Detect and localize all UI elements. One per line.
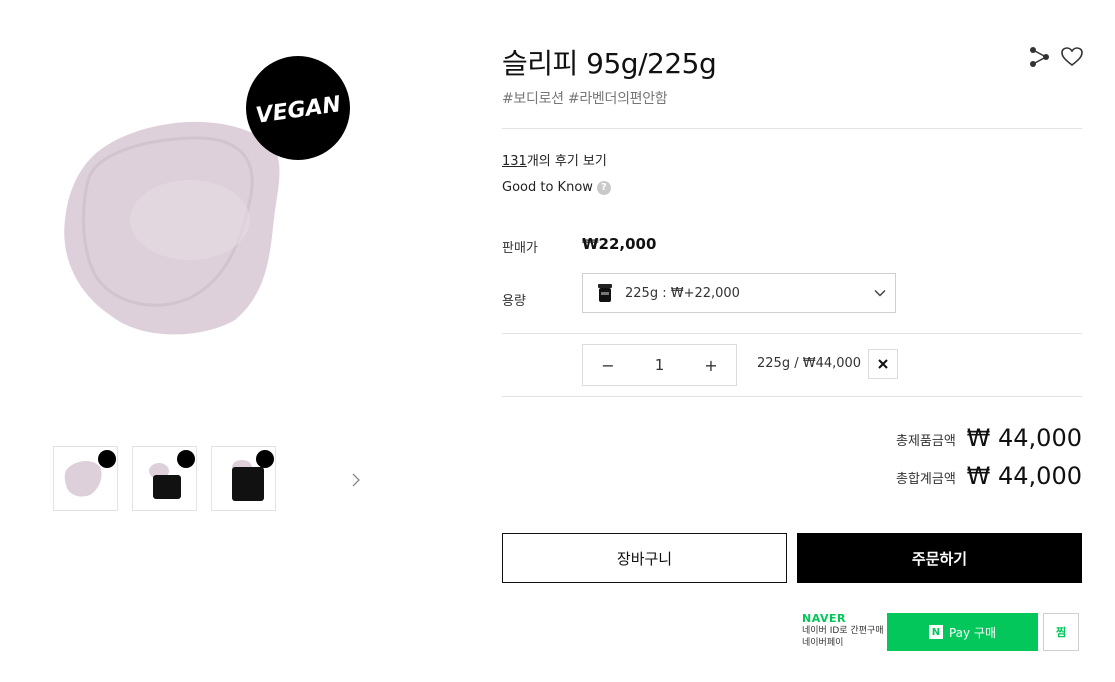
naver-pay-brand: NAVER 네이버 ID로 간편구매 네이버페이: [802, 612, 884, 649]
help-icon[interactable]: ?: [596, 180, 611, 195]
chevron-right-icon[interactable]: [346, 470, 366, 490]
chevron-down-icon: [874, 289, 886, 297]
remove-option-button[interactable]: [868, 349, 898, 379]
volume-label: 용량: [502, 294, 526, 309]
naver-sub-2: 네이버페이: [802, 638, 844, 648]
jar-icon: [598, 284, 612, 302]
quantity-value[interactable]: 1: [633, 356, 686, 374]
close-icon: [878, 359, 888, 369]
price-value: ₩22,000: [582, 235, 657, 253]
volume-select[interactable]: 225g : ₩+22,000: [582, 273, 896, 313]
divider: [502, 333, 1082, 334]
total-sum-label: 총합계금액: [896, 472, 956, 487]
volume-selected: 225g : ₩+22,000: [625, 285, 740, 301]
add-to-cart-button[interactable]: 장바구니: [502, 533, 787, 583]
reviews-link[interactable]: 131개의 후기 보기: [502, 150, 607, 169]
total-sum-value: ₩ 44,000: [966, 462, 1082, 490]
share-icon[interactable]: [1028, 46, 1050, 68]
thumbnail-3[interactable]: [211, 446, 276, 511]
product-main-image: VEGAN: [64, 56, 350, 335]
thumbnail-list: [53, 446, 276, 511]
product-gallery: VEGAN: [0, 0, 480, 682]
naver-pay-button[interactable]: N Pay 구매: [887, 613, 1038, 651]
product-title: 슬리피 95g/225g: [502, 47, 717, 80]
total-product-value: ₩ 44,000: [966, 424, 1082, 452]
naver-n-icon: N: [928, 625, 943, 639]
quantity-summary: 225g / ₩44,000: [757, 356, 862, 371]
divider: [502, 128, 1082, 129]
good-to-know-label: Good to Know: [502, 180, 593, 195]
quantity-stepper: − 1 +: [582, 344, 737, 386]
product-tags: #보디로션 #라벤더의편안함: [502, 91, 668, 107]
thumbnail-2[interactable]: [132, 446, 197, 511]
price-label: 판매가: [502, 241, 538, 256]
quantity-decrease-button[interactable]: −: [583, 345, 633, 385]
good-to-know: Good to Know ?: [502, 180, 611, 195]
naver-logo: NAVER: [802, 612, 846, 625]
divider: [502, 396, 1082, 397]
naver-sub-1: 네이버 ID로 간편구매: [802, 626, 884, 636]
quantity-increase-button[interactable]: +: [686, 345, 736, 385]
order-button[interactable]: 주문하기: [797, 533, 1082, 583]
review-count[interactable]: 131: [502, 154, 527, 169]
naver-wish-button[interactable]: 찜: [1043, 613, 1079, 651]
naver-pay-label: Pay 구매: [948, 625, 997, 640]
thumbnail-1[interactable]: [53, 446, 118, 511]
heart-icon[interactable]: [1060, 46, 1084, 68]
review-suffix: 개의 후기 보기: [526, 154, 607, 169]
product-info: 슬리피 95g/225g #보디로션 #라벤더의편안함 131개의 후기 보기 …: [502, 0, 1084, 682]
total-product-label: 총제품금액: [896, 434, 956, 449]
